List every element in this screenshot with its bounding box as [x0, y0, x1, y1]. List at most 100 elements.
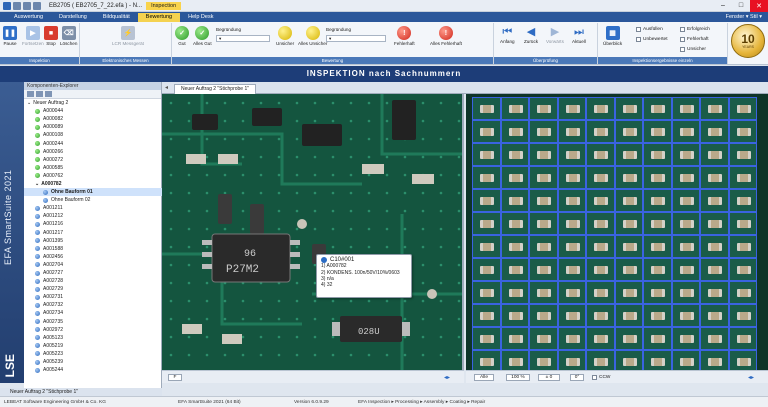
thumbnail[interactable] — [529, 304, 558, 327]
thumbnail[interactable] — [728, 212, 757, 235]
thumbnail[interactable] — [472, 327, 501, 350]
tab-scroll-icon[interactable]: ◂ — [165, 84, 168, 91]
thumbnail[interactable] — [671, 258, 700, 281]
tree-item[interactable]: A002731 — [24, 293, 162, 301]
maximize-button[interactable]: □ — [732, 0, 750, 12]
thumbnail[interactable] — [700, 258, 729, 281]
tree-item[interactable]: A001217 — [24, 229, 162, 237]
tree-expander-icon[interactable]: ⌄ — [35, 181, 39, 187]
tree-item[interactable]: A005244 — [24, 366, 162, 374]
overview-button[interactable]: ▦ Überblick — [603, 26, 622, 46]
thumbnail[interactable] — [500, 327, 529, 350]
thumbnail[interactable] — [614, 212, 643, 235]
tree-item[interactable]: A000082 — [24, 115, 162, 123]
tree-item[interactable]: Ohne Bauform 02 — [24, 196, 162, 204]
thumbnail[interactable] — [614, 143, 643, 166]
thumbnail[interactable] — [728, 189, 757, 212]
thumbnail[interactable] — [500, 235, 529, 258]
thumbnail[interactable] — [472, 120, 501, 143]
thumbnail[interactable] — [557, 97, 586, 120]
thumbnail[interactable] — [586, 166, 615, 189]
thumbnail[interactable] — [700, 189, 729, 212]
thumbnail[interactable] — [557, 281, 586, 304]
thumbnail[interactable] — [671, 212, 700, 235]
tree-item[interactable]: A002728 — [24, 277, 162, 285]
thumbnail[interactable] — [643, 212, 672, 235]
pan-arrows-icon[interactable]: ◂▸ — [444, 374, 450, 381]
thumbnail[interactable] — [500, 143, 529, 166]
zoom-field[interactable]: 100 % — [506, 374, 530, 381]
thumbnail[interactable] — [728, 327, 757, 350]
thumbnail[interactable] — [586, 281, 615, 304]
tree-item[interactable]: A001395 — [24, 237, 162, 245]
thumbnail[interactable] — [614, 235, 643, 258]
thumbnail[interactable] — [500, 166, 529, 189]
thumbnail[interactable] — [472, 97, 501, 120]
tree-item[interactable]: A002972 — [24, 326, 162, 334]
thumbnail[interactable] — [586, 212, 615, 235]
thumbnail[interactable] — [529, 327, 558, 350]
check-uncertain[interactable]: Unsicher — [680, 47, 706, 52]
tree-expander-icon[interactable]: ⌄ — [27, 100, 31, 106]
tree-item[interactable]: A000272 — [24, 156, 162, 164]
thumbnail[interactable] — [614, 304, 643, 327]
tree-item[interactable]: A000266 — [24, 148, 162, 156]
thumbnail[interactable] — [700, 281, 729, 304]
nav-back-button[interactable]: ◀ Zurück — [524, 26, 538, 44]
thumbnail[interactable] — [557, 304, 586, 327]
tree-item[interactable]: A002732 — [24, 301, 162, 309]
close-button[interactable]: ✕ — [750, 0, 768, 12]
thumbnail[interactable] — [557, 350, 586, 370]
tree-item[interactable]: A001212 — [24, 212, 162, 220]
thumbnail[interactable] — [586, 350, 615, 370]
tree-item[interactable]: A002456 — [24, 253, 162, 261]
thumbnail[interactable] — [529, 212, 558, 235]
reason-dropdown-faulty[interactable]: ▾ — [326, 35, 386, 42]
save-icon[interactable] — [13, 1, 21, 10]
thumbnail[interactable] — [500, 212, 529, 235]
tree-item[interactable]: A001211 — [24, 204, 162, 212]
nav-first-button[interactable]: ⏮ Anfang — [500, 26, 515, 44]
thumbnail[interactable] — [643, 304, 672, 327]
thumbnail[interactable] — [728, 350, 757, 370]
tree-item[interactable]: A000108 — [24, 131, 162, 139]
thumbnail[interactable] — [671, 281, 700, 304]
thumbnail[interactable] — [643, 120, 672, 143]
thumbnail[interactable] — [671, 235, 700, 258]
tab-bewertung[interactable]: Bewertung — [137, 13, 181, 22]
window-style-menu[interactable]: Fenster ▾ Stil ▾ — [726, 13, 768, 22]
tree-item[interactable]: ⌄ A000782 — [24, 180, 162, 188]
thumbnail[interactable] — [700, 143, 729, 166]
bottom-document-tab[interactable]: Neuer Auftrag 2 "Stichprobe 1" — [0, 388, 162, 396]
offset-field[interactable]: ± 0 — [538, 374, 560, 381]
check-successful[interactable]: Erfolgreich — [680, 27, 710, 32]
thumbnail[interactable] — [614, 189, 643, 212]
tree-item[interactable]: A002729 — [24, 285, 162, 293]
tree-item[interactable]: A000089 — [24, 123, 162, 131]
tree-item[interactable]: A000585 — [24, 164, 162, 172]
minimize-button[interactable]: – — [714, 0, 732, 12]
thumbnail[interactable] — [472, 189, 501, 212]
pause-button[interactable]: ❚❚ Pause — [3, 26, 17, 46]
thumbnail[interactable] — [728, 143, 757, 166]
thumbnail[interactable] — [643, 327, 672, 350]
thumbnail[interactable] — [643, 143, 672, 166]
thumbnail[interactable] — [671, 120, 700, 143]
thumbnail[interactable] — [643, 281, 672, 304]
mode-field[interactable]: Alle — [474, 374, 494, 381]
thumbnail[interactable] — [586, 97, 615, 120]
resume-button[interactable]: ▶ Fortsetzen — [22, 26, 44, 46]
document-tab[interactable]: Neuer Auftrag 2 "Stichprobe 1" — [174, 84, 257, 94]
undo-icon[interactable] — [33, 1, 41, 10]
thumbnail[interactable] — [671, 327, 700, 350]
check-fill[interactable]: Ausfüllen — [636, 27, 663, 32]
thumbnail[interactable] — [643, 166, 672, 189]
check-faulty[interactable]: Fehlerhaft — [680, 37, 709, 42]
tree-item[interactable]: A005223 — [24, 350, 162, 358]
lcr-meter-button[interactable]: ⚡ LCR Messgerät — [112, 26, 144, 46]
thumbnail[interactable] — [614, 166, 643, 189]
thumbnail[interactable] — [586, 120, 615, 143]
thumbnail[interactable] — [700, 97, 729, 120]
thumbnail[interactable] — [557, 189, 586, 212]
thumbnail[interactable] — [529, 281, 558, 304]
